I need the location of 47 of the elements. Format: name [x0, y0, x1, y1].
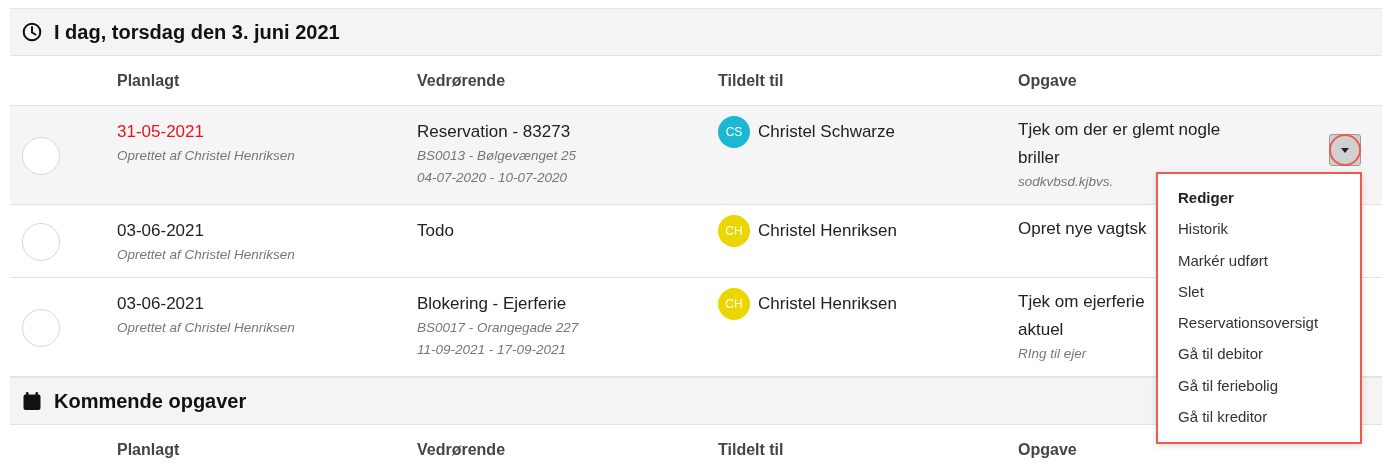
clock-icon — [22, 22, 42, 42]
menu-item[interactable]: Markér udført — [1158, 244, 1360, 276]
dropdown-button[interactable] — [1329, 134, 1361, 166]
task-text: Opret nye vagtsk — [1018, 218, 1147, 240]
column-header: Planlagt — [117, 440, 181, 459]
checkbox[interactable] — [22, 309, 60, 347]
subject-detail: 04-07-2020 - 10-07-2020 — [417, 169, 569, 187]
date-text: 03-06-2021 — [117, 293, 205, 315]
section-title: Kommende opgaver — [54, 389, 247, 413]
menu-item[interactable]: Historik — [1158, 213, 1360, 245]
assignee-name: Christel Schwarze — [758, 121, 895, 143]
caret-icon — [1341, 147, 1349, 153]
subject-detail: BS0017 - Orangegade 227 — [417, 319, 580, 337]
date-text: 03-06-2021 — [117, 220, 205, 242]
column-header: Opgave — [1018, 71, 1078, 90]
task-note: sodkvbsd.kjbvs. — [1018, 173, 1114, 191]
column-header: Tildelt til — [718, 71, 785, 90]
menu-item[interactable]: Reservationsoversigt — [1158, 307, 1360, 339]
task-note: RIng til ejer — [1018, 345, 1087, 363]
date-text: 31-05-2021 — [117, 121, 205, 143]
subject-text: Reservation - 83273 — [417, 121, 572, 143]
menu-item[interactable]: Slet — [1158, 275, 1360, 308]
subject-detail: 11-09-2021 - 17-09-2021 — [417, 341, 568, 359]
created-by-text: Oprettet af Christel Henriksen — [117, 147, 296, 165]
avatar: CH — [718, 288, 750, 320]
menu-item[interactable]: Gå til debitor — [1158, 338, 1360, 370]
section-title: I dag, torsdag den 3. juni 2021 — [54, 20, 340, 44]
subject-text: Todo — [417, 220, 455, 242]
checkbox[interactable] — [22, 137, 60, 175]
column-header: Vedrørende — [417, 71, 507, 90]
avatar: CH — [718, 215, 750, 247]
created-by-text: Oprettet af Christel Henriksen — [117, 246, 296, 264]
task-text: Tjek om der er glemt nogle briller — [1018, 119, 1222, 169]
calendar-icon — [22, 391, 42, 411]
menu-item[interactable]: Gå til kreditor — [1158, 401, 1360, 433]
column-header: Planlagt — [117, 71, 181, 90]
subject-text: Blokering - Ejerferie — [417, 293, 568, 315]
created-by-text: Oprettet af Christel Henriksen — [117, 319, 296, 337]
assignee-name: Christel Henriksen — [758, 220, 897, 242]
assignee-name: Christel Henriksen — [758, 293, 897, 315]
avatar: CS — [718, 116, 750, 148]
column-header: Vedrørende — [417, 440, 507, 459]
checkbox[interactable] — [22, 223, 60, 261]
task-text: Tjek om ejerferie aktuel — [1018, 291, 1145, 341]
column-header: Tildelt til — [718, 440, 785, 459]
column-header: Opgave — [1018, 440, 1078, 459]
subject-detail: BS0013 - Bølgevænget 25 — [417, 147, 578, 165]
